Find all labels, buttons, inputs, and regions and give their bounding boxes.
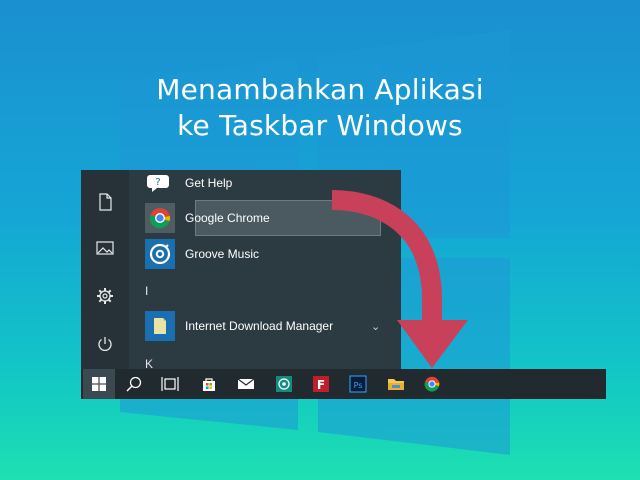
list-item-google-chrome[interactable]: Google Chrome [145, 201, 270, 235]
filezilla-button[interactable]: F [306, 369, 336, 399]
app-label: Get Help [185, 176, 233, 190]
whatsapp-button[interactable] [269, 369, 299, 399]
search-icon [126, 376, 142, 392]
power-button[interactable] [81, 324, 129, 364]
list-item-groove-music[interactable]: Groove Music [145, 237, 259, 271]
svg-text:?: ? [155, 177, 160, 188]
store-button[interactable] [194, 369, 224, 399]
search-button[interactable] [119, 369, 149, 399]
get-help-icon: ? [145, 170, 175, 198]
whatsapp-icon [276, 376, 292, 392]
mail-button[interactable] [231, 369, 261, 399]
page-title-line1: Menambahkan Aplikasi [156, 73, 484, 106]
app-label: Internet Download Manager [185, 319, 334, 333]
start-button[interactable] [83, 369, 115, 399]
start-menu: ? Get Help Google Chrome Groove Music I … [81, 170, 401, 370]
documents-button[interactable] [81, 182, 129, 222]
filezilla-icon: F [313, 376, 329, 392]
svg-text:F: F [317, 378, 325, 392]
settings-gear-icon [97, 288, 113, 304]
chrome-icon [145, 203, 175, 233]
task-view-icon [161, 377, 179, 391]
file-explorer-button[interactable] [381, 369, 411, 399]
document-icon [99, 193, 112, 211]
pictures-icon [96, 241, 114, 255]
mail-icon [237, 378, 255, 389]
settings-button[interactable] [81, 276, 129, 316]
group-letter-i[interactable]: I [145, 284, 148, 298]
folder-icon [145, 311, 175, 341]
start-menu-rail [81, 170, 129, 370]
store-icon [203, 378, 215, 391]
list-item-internet-download-manager[interactable]: Internet Download Manager [145, 309, 333, 343]
chrome-icon [424, 376, 440, 392]
app-label: Groove Music [185, 247, 260, 261]
taskbar: F Ps [81, 369, 606, 399]
pictures-button[interactable] [81, 228, 129, 268]
photoshop-button[interactable]: Ps [343, 369, 373, 399]
task-view-button[interactable] [155, 369, 185, 399]
page-title-line2: ke Taskbar Windows [177, 109, 463, 142]
app-list: ? Get Help Google Chrome Groove Music I … [129, 170, 401, 370]
chrome-taskbar-button[interactable] [417, 369, 447, 399]
groove-music-icon [145, 239, 175, 269]
list-item-get-help[interactable]: ? Get Help [145, 170, 232, 200]
power-icon [98, 337, 112, 351]
file-explorer-icon [388, 379, 404, 390]
app-label: Google Chrome [185, 211, 270, 225]
chevron-down-icon[interactable]: ⌄ [371, 320, 380, 333]
photoshop-icon: Ps [349, 375, 367, 393]
svg-text:Ps: Ps [354, 381, 363, 390]
windows-start-icon [92, 377, 106, 391]
